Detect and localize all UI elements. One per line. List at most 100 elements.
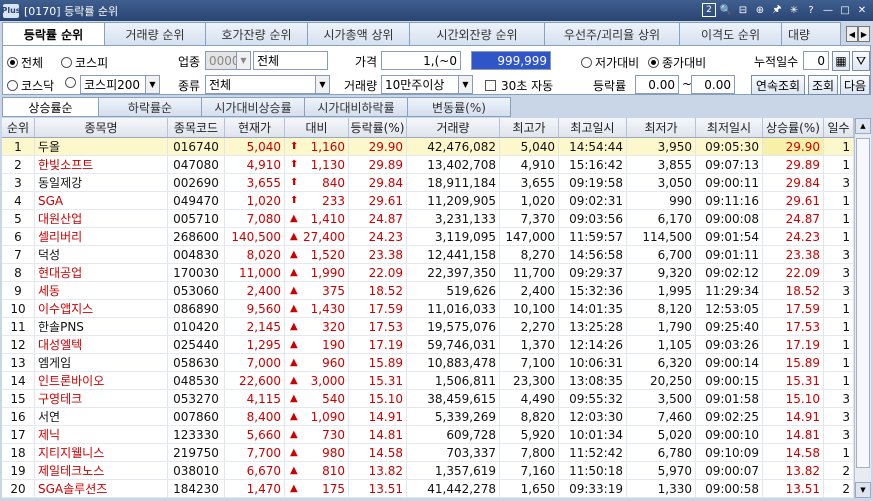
pin-icon[interactable]: 🖈 [770, 3, 784, 17]
scroll-thumb[interactable] [856, 138, 870, 468]
zoom-out-icon[interactable]: ⊟ [736, 3, 750, 17]
table-row[interactable]: 15 구영테크 053270 4,115 ▲ 540 15.10 38,459,615 4,49… [2, 390, 854, 408]
table-row[interactable]: 13 엠게임 058630 7,000 ▲ 960 15.89 10,883,478 7,100… [2, 354, 854, 372]
price-to-input[interactable]: 999,999 [471, 51, 551, 70]
radio-market-all[interactable]: 전체 [7, 54, 43, 71]
table-row[interactable]: 2 한빛소프트 047080 4,910 ⬆ 1,130 29.89 13,402,708 4,… [2, 156, 854, 174]
calendar-icon[interactable]: ▦ [832, 51, 850, 71]
next-button[interactable]: 다음 [840, 75, 870, 95]
up-triangle-icon: ▲ [290, 303, 298, 314]
settings-icon[interactable]: ✳ [787, 3, 801, 17]
tab-afterhours-rank[interactable]: 시간외잔량 순위 [409, 22, 545, 45]
radio-kosdaq[interactable]: 코스닥 [7, 77, 54, 94]
search-icon[interactable]: 🔍 [719, 3, 733, 17]
table-row[interactable]: 20 SGA솔루션즈 184230 1,470 ▲ 175 13.51 41,442,278 1… [2, 480, 854, 498]
col-price[interactable]: 현재가 [225, 118, 285, 137]
table-row[interactable]: 3 동일제강 002690 3,655 ⬆ 840 29.84 18,911,184 3,655… [2, 174, 854, 192]
subtab-open-rise[interactable]: 시가대비상승률 [201, 97, 305, 117]
table-row[interactable]: 17 제닉 123330 5,660 ▲ 730 14.81 609,728 5,920 10:0… [2, 426, 854, 444]
diff-value: 1,520 [310, 247, 345, 262]
cell-low: 9,320 [627, 264, 696, 281]
tab-marketcap-rank[interactable]: 시가총액 상위 [307, 22, 410, 45]
cell-rate: 15.10 [349, 390, 407, 407]
table-row[interactable]: 9 세동 053060 2,400 ▲ 375 18.52 519,626 2,400 15:32… [2, 282, 854, 300]
tab-preferred-rank[interactable]: 우선주/괴리율 상위 [544, 22, 680, 45]
volume-select[interactable]: 10만주이상 ▼ [381, 75, 473, 94]
table-row[interactable]: 11 한솔PNS 010420 2,145 ▲ 320 17.53 19,575,076 2,2… [2, 318, 854, 336]
col-high-time[interactable]: 최고일시 [559, 118, 627, 137]
price-from-input[interactable]: 1,(~0 [381, 51, 461, 70]
filter-icon[interactable]: ⛛ [852, 51, 870, 71]
col-days[interactable]: 일수 [824, 118, 854, 137]
radio-vs-low[interactable]: 저가대비 [581, 54, 639, 71]
up-triangle-icon: ▲ [290, 249, 298, 260]
table-row[interactable]: 7 덕성 004830 8,020 ▲ 1,520 23.38 12,441,158 8,270… [2, 246, 854, 264]
zoom-in-icon[interactable]: ⊕ [753, 3, 767, 17]
col-diff[interactable]: 대비 [285, 118, 349, 137]
sector-name-input[interactable]: 전체 [253, 51, 328, 70]
cell-high: 4,490 [500, 390, 559, 407]
diff-value: 175 [322, 481, 345, 496]
minimize-icon[interactable]: — [821, 3, 835, 17]
tab-bulk[interactable]: 대량 [781, 22, 841, 45]
table-row[interactable]: 16 서연 007860 8,400 ▲ 1,090 14.91 5,339,269 8,820… [2, 408, 854, 426]
cell-name: 제닉 [35, 426, 168, 443]
sub-tabs: 상승률순 하락률순 시가대비상승률 시가대비하락률 변동률(%) [2, 97, 871, 117]
radio-vs-close[interactable]: 종가대비 [648, 54, 706, 71]
close-icon[interactable]: ✕ [855, 3, 869, 17]
screen-number-icon[interactable]: 2 [702, 3, 716, 17]
sector-code-input[interactable]: 0000 ▼ [205, 51, 251, 70]
tab-orderbook-rank[interactable]: 호가잔량 순위 [205, 22, 308, 45]
col-up-rate[interactable]: 상승률(%) [763, 118, 824, 137]
table-row[interactable]: 1 두올 016740 5,040 ⬆ 1,160 29.90 42,476,082 5,040… [2, 138, 854, 156]
tab-right-arrow-icon[interactable]: ▶ [858, 26, 870, 42]
col-volume[interactable]: 거래량 [407, 118, 500, 137]
scroll-up-icon[interactable]: ▲ [855, 118, 871, 134]
tab-volume-rank[interactable]: 거래량 순위 [104, 22, 206, 45]
table-row[interactable]: 14 인트론바이오 048530 22,600 ▲ 3,000 15.31 1,506,811… [2, 372, 854, 390]
subtab-volatility[interactable]: 변동률(%) [407, 97, 511, 117]
col-low-time[interactable]: 최저일시 [696, 118, 763, 137]
cell-low-time: 09:10:09 [696, 444, 763, 461]
cell-high-time: 13:08:35 [559, 372, 627, 389]
table-row[interactable]: 12 대성엘텍 025440 1,295 ▲ 190 17.19 59,746,031 1,37… [2, 336, 854, 354]
rate-to-input[interactable]: 0.00 [691, 75, 735, 94]
tab-left-arrow-icon[interactable]: ◀ [846, 26, 858, 42]
kospi200-select[interactable]: 코스피200 ▼ [80, 75, 160, 94]
table-row[interactable]: 10 이수앱지스 086890 9,560 ▲ 1,430 17.59 11,016,033 1… [2, 300, 854, 318]
table-row[interactable]: 19 제일테크노스 038010 6,670 ▲ 810 13.82 1,357,619 7,1… [2, 462, 854, 480]
table-row[interactable]: 6 셀리버리 268600 140,500 ▲ 27,400 24.23 3,119,095 1… [2, 228, 854, 246]
table-row[interactable]: 4 SGA 049470 1,020 ⬆ 233 29.61 11,209,905 1,020 0… [2, 192, 854, 210]
help-icon[interactable]: ? [804, 3, 818, 17]
col-name[interactable]: 종목명 [35, 118, 168, 137]
cell-up-rate: 23.38 [763, 246, 824, 263]
cell-low-time: 09:00:14 [696, 354, 763, 371]
rate-from-input[interactable]: 0.00 [635, 75, 679, 94]
col-high[interactable]: 최고가 [500, 118, 559, 137]
col-rank[interactable]: 순위 [2, 118, 35, 137]
vertical-scrollbar[interactable]: ▲ ▼ [854, 118, 871, 498]
radio-kospi[interactable]: 코스피 [61, 54, 108, 71]
cell-rank: 18 [2, 444, 35, 461]
scroll-down-icon[interactable]: ▼ [855, 482, 871, 498]
continuous-query-button[interactable]: 연속조회 [751, 75, 805, 95]
table-row[interactable]: 18 지티지웰니스 219750 7,700 ▲ 980 14.58 703,337 7,800… [2, 444, 854, 462]
radio-kospi200[interactable] [65, 77, 79, 88]
table-row[interactable]: 8 현대공업 170030 11,000 ▲ 1,990 22.09 22,397,350 11… [2, 264, 854, 282]
tab-disparity-rank[interactable]: 이격도 순위 [679, 22, 782, 45]
col-rate[interactable]: 등락률(%) [349, 118, 407, 137]
col-low[interactable]: 최저가 [627, 118, 696, 137]
cell-volume: 1,506,811 [407, 372, 500, 389]
table-row[interactable]: 5 대원산업 005710 7,080 ▲ 1,410 24.87 3,231,133 7,37… [2, 210, 854, 228]
query-button[interactable]: 조회 [808, 75, 838, 95]
subtab-fall-rate[interactable]: 하락률순 [98, 97, 202, 117]
tab-rate-rank[interactable]: 등락률 순위 [2, 22, 105, 46]
col-code[interactable]: 종목코드 [168, 118, 225, 137]
maximize-icon[interactable]: □ [838, 3, 852, 17]
auto-refresh-checkbox[interactable]: 30초 자동 [485, 77, 553, 94]
type-select[interactable]: 전체 ▼ [205, 75, 330, 94]
cell-price: 3,655 [225, 174, 285, 191]
cum-days-input[interactable]: 0 [803, 51, 829, 70]
subtab-rise-rate[interactable]: 상승률순 [2, 97, 99, 117]
subtab-open-fall[interactable]: 시가대비하락률 [304, 97, 408, 117]
